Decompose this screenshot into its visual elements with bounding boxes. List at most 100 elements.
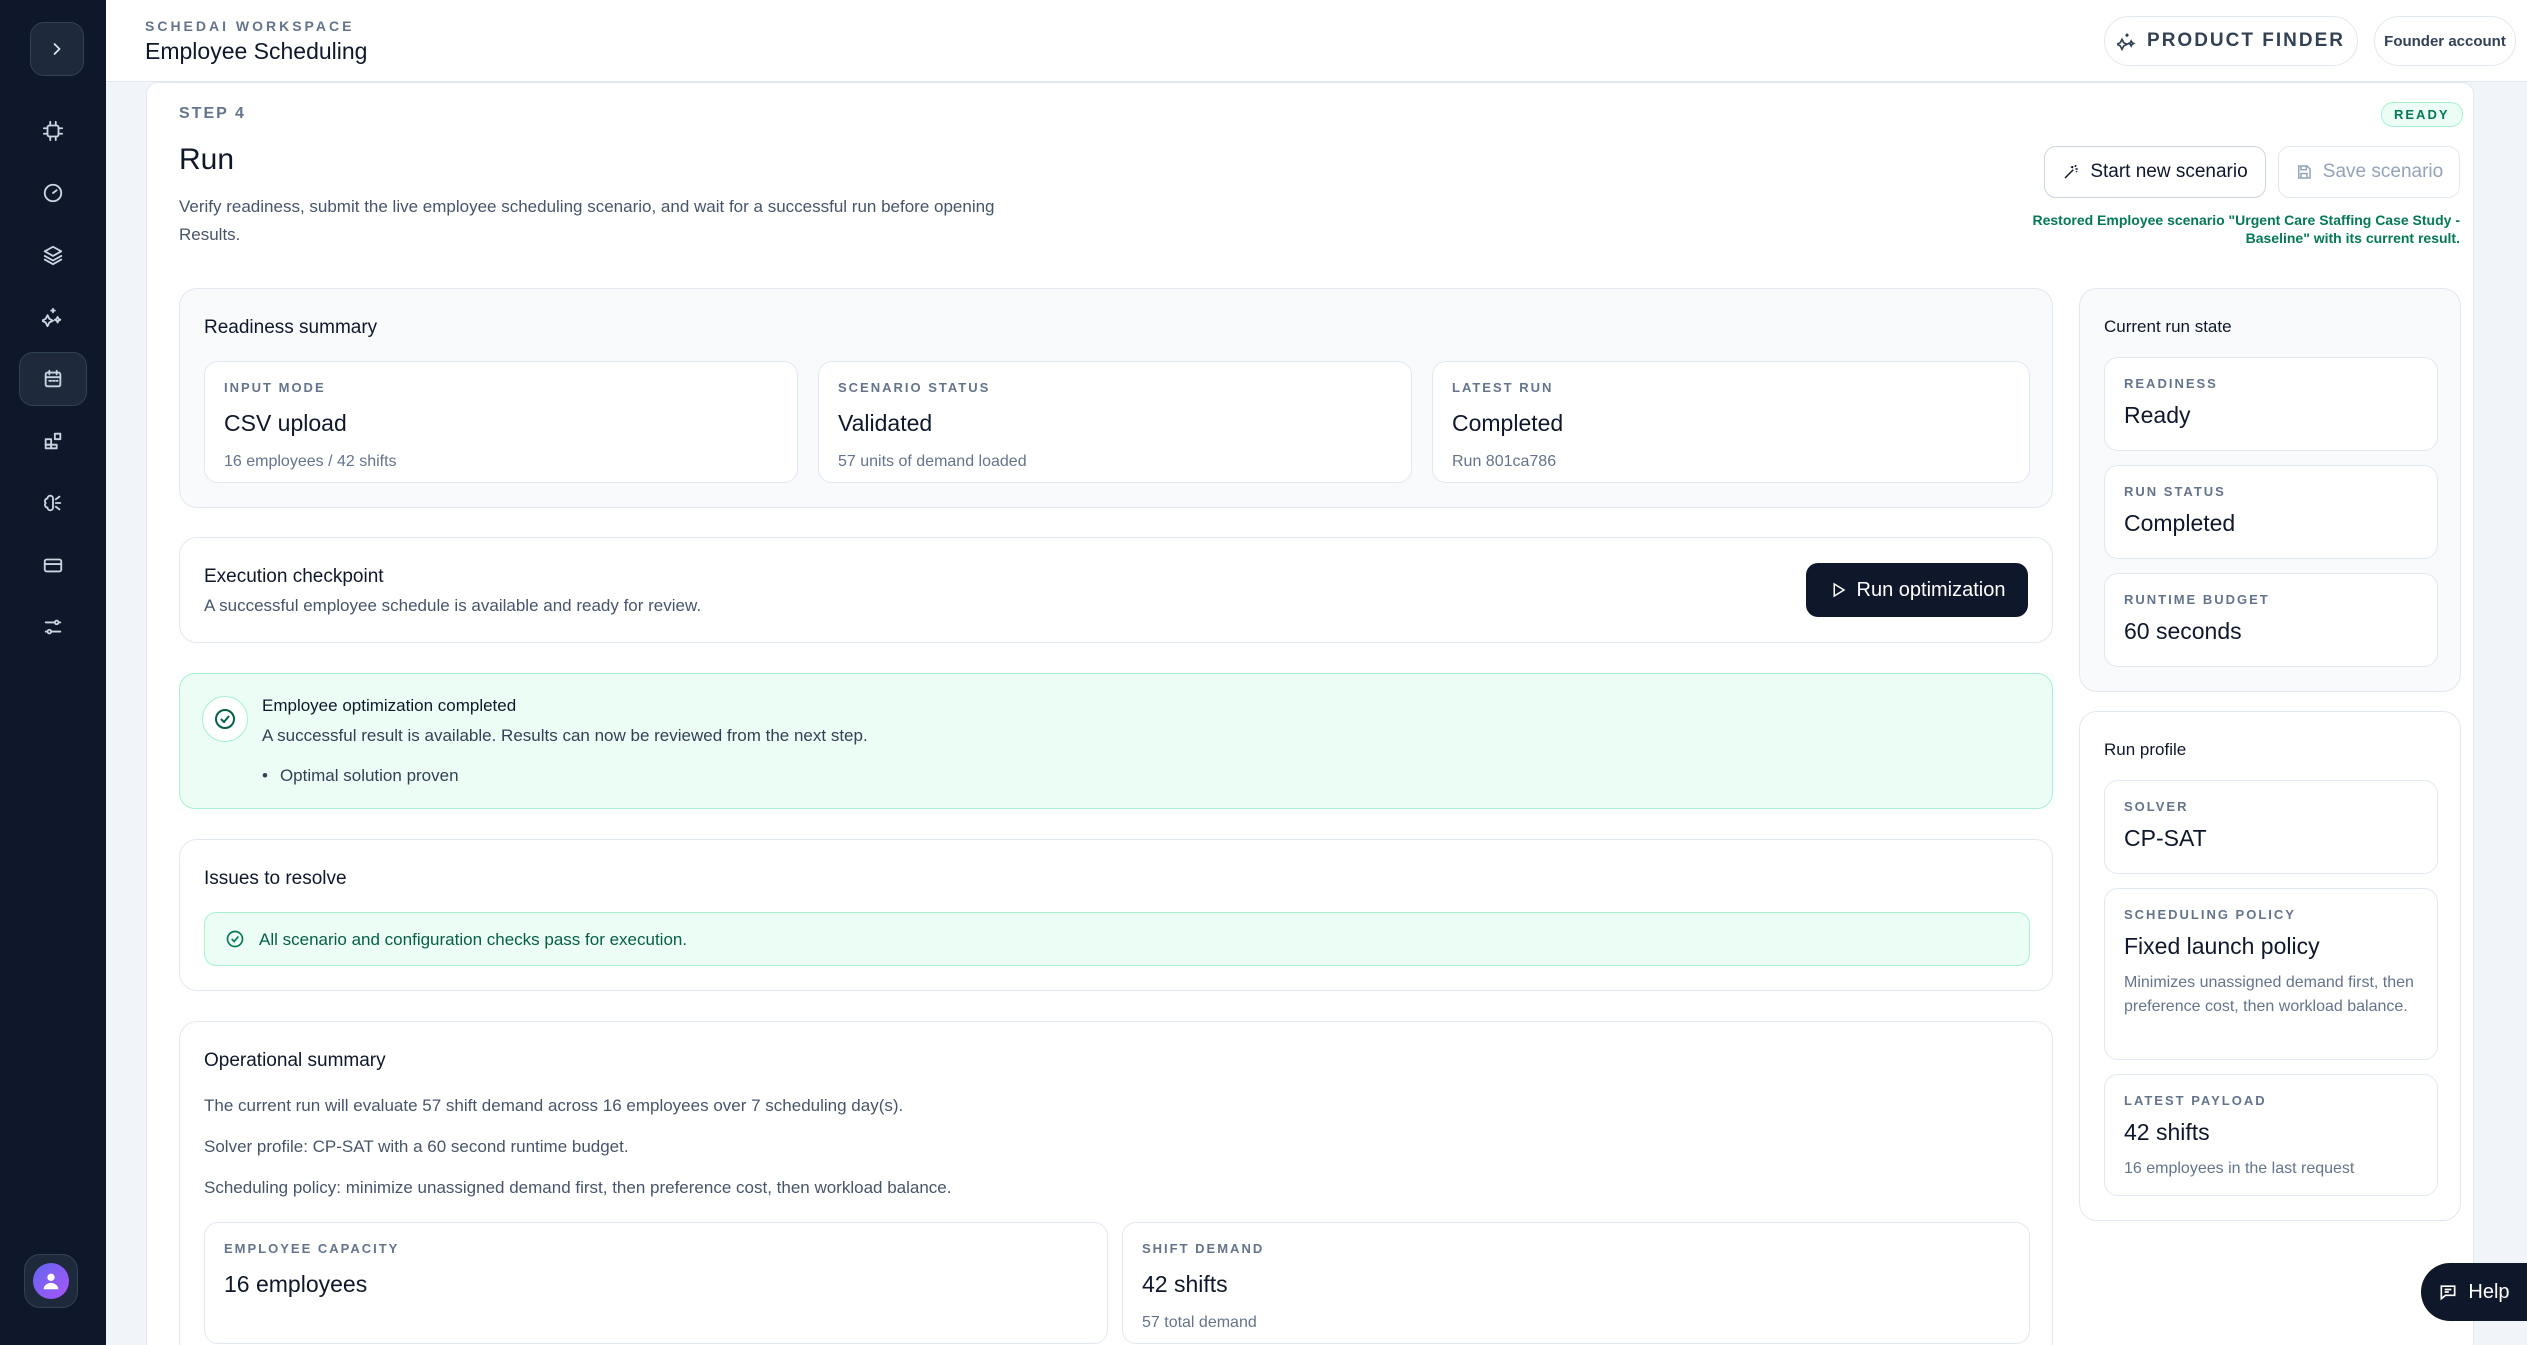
account-button[interactable]: Founder account: [2374, 16, 2516, 66]
sidebar-item-cpu[interactable]: [19, 104, 87, 158]
product-finder-label: PRODUCT FINDER: [2147, 30, 2345, 51]
sidebar-item-brain[interactable]: [19, 476, 87, 530]
stat-label: EMPLOYEE CAPACITY: [224, 1241, 400, 1256]
stat-value: Completed: [1452, 410, 1564, 436]
step-description: Verify readiness, submit the live employ…: [179, 197, 995, 244]
stat-value: Completed: [2124, 510, 2236, 536]
calendar-icon: [44, 369, 62, 388]
stat-value: 42 shifts: [2124, 1119, 2210, 1145]
check-circle-icon: [226, 930, 244, 948]
save-scenario-button[interactable]: Save scenario: [2278, 146, 2460, 198]
sparkles-icon: [42, 307, 62, 328]
sidebar-item-sparkles[interactable]: [19, 290, 87, 344]
stat-label: RUNTIME BUDGET: [2124, 592, 2270, 607]
stat-sub: 57 total demand: [1142, 1314, 1257, 1331]
readiness-summary-title: Readiness summary: [204, 317, 378, 338]
stat-label: SCHEDULING POLICY: [2124, 907, 2296, 922]
sidebar-nav: [14, 104, 92, 662]
operational-summary-panel: Operational summary The current run will…: [179, 1021, 2053, 1345]
sidebar-item-blocks[interactable]: [19, 414, 87, 468]
stat-value: Fixed launch policy: [2124, 933, 2320, 959]
wand-icon: [2064, 164, 2079, 179]
stat-label: READINESS: [2124, 376, 2218, 391]
cpu-icon: [42, 120, 64, 142]
help-label: Help: [2468, 1280, 2510, 1303]
blocks-icon: [44, 432, 62, 450]
success-message: A successful result is available. Result…: [262, 726, 868, 745]
stat-sub: 16 employees / 42 shifts: [224, 453, 397, 470]
run-profile-panel: Run profile SOLVER CP-SAT SCHEDULING POL…: [2079, 711, 2461, 1221]
readiness-card: READINESS Ready: [2104, 357, 2438, 451]
run-profile-title: Run profile: [2104, 740, 2187, 759]
stat-value: 60 seconds: [2124, 618, 2242, 644]
stat-value: CSV upload: [224, 410, 347, 436]
status-badge: READY: [2381, 102, 2463, 127]
issues-panel: Issues to resolve All scenario and confi…: [179, 839, 2053, 991]
stat-value: 16 employees: [224, 1271, 368, 1297]
start-new-scenario-button[interactable]: Start new scenario: [2044, 146, 2266, 198]
user-avatar-button[interactable]: [24, 1254, 78, 1308]
stat-value: CP-SAT: [2124, 825, 2207, 851]
sidebar-item-gauge[interactable]: [19, 166, 87, 220]
save-icon: [2297, 165, 2311, 179]
issues-ok-row: All scenario and configuration checks pa…: [204, 912, 2030, 966]
check-circle-icon: [215, 709, 235, 729]
issues-message: All scenario and configuration checks pa…: [259, 930, 688, 949]
save-label: Save scenario: [2322, 161, 2444, 182]
sparkles-icon: [2117, 33, 2136, 51]
stat-value: Ready: [2124, 402, 2191, 428]
page-title: Employee Scheduling: [145, 38, 368, 64]
stat-label: LATEST PAYLOAD: [2124, 1093, 2267, 1108]
step-label: STEP 4: [179, 105, 246, 122]
gauge-icon: [43, 183, 63, 203]
layers-icon: [43, 245, 63, 266]
card-icon: [43, 558, 63, 573]
stat-sub: Minimizes unassigned demand first, then …: [2124, 974, 2414, 1015]
sidebar-item-sliders[interactable]: [19, 600, 87, 654]
run-optimization-label: Run optimization: [1856, 578, 2006, 601]
run-status-card: RUN STATUS Completed: [2104, 465, 2438, 559]
product-finder-button[interactable]: PRODUCT FINDER: [2104, 16, 2358, 66]
top-bar: SCHEDAI WORKSPACE Employee Scheduling PR…: [106, 0, 2527, 82]
sidebar-item-card[interactable]: [19, 538, 87, 592]
step-title: Run: [179, 143, 235, 176]
stat-label: SOLVER: [2124, 799, 2189, 814]
user-icon: [43, 1273, 59, 1290]
stat-label: LATEST RUN: [1452, 380, 1554, 395]
stat-label: RUN STATUS: [2124, 484, 2226, 499]
help-button[interactable]: Help: [2421, 1263, 2527, 1321]
stat-label: SCENARIO STATUS: [838, 380, 991, 395]
employee-capacity-card: EMPLOYEE CAPACITY 16 employees: [204, 1222, 1108, 1344]
solver-card: SOLVER CP-SAT: [2104, 780, 2438, 874]
sidebar-toggle-button[interactable]: [30, 22, 84, 76]
shift-demand-card: SHIFT DEMAND 42 shifts 57 total demand: [1122, 1222, 2030, 1344]
stat-sub: 57 units of demand loaded: [838, 453, 1027, 470]
scheduling-policy-card: SCHEDULING POLICY Fixed launch policy Mi…: [2104, 888, 2438, 1060]
success-title: Employee optimization completed: [262, 696, 517, 715]
sidebar-item-calendar[interactable]: [19, 352, 87, 406]
brain-icon: [44, 494, 62, 512]
success-icon-wrap: [202, 696, 248, 742]
sliders-icon: [44, 619, 62, 635]
execution-checkpoint-panel: Execution checkpoint A successful employ…: [179, 537, 2053, 643]
stat-sub: Run 801ca786: [1452, 453, 1557, 470]
stat-label: SHIFT DEMAND: [1142, 1241, 1265, 1256]
sidebar-item-layers[interactable]: [19, 228, 87, 282]
workspace-label: SCHEDAI WORKSPACE: [145, 18, 355, 34]
start-new-label: Start new scenario: [2090, 161, 2248, 182]
restored-message: Restored Employee scenario "Urgent Care …: [2032, 212, 2460, 246]
scenario-status-card: SCENARIO STATUS Validated 57 units of de…: [818, 361, 1412, 483]
play-icon: [1833, 582, 1845, 598]
operational-summary-title: Operational summary: [204, 1050, 386, 1071]
stat-sub: 16 employees in the last request: [2124, 1160, 2355, 1177]
avatar: [33, 1263, 69, 1299]
run-step-card: STEP 4 READY Run Verify readiness, submi…: [146, 82, 2474, 1345]
success-bullet: Optimal solution proven: [262, 766, 459, 786]
operational-line: Scheduling policy: minimize unassigned d…: [204, 1178, 952, 1197]
success-banner: Employee optimization completed A succes…: [179, 673, 2053, 809]
current-run-state-title: Current run state: [2104, 317, 2232, 336]
stat-value: Validated: [838, 410, 933, 436]
execution-checkpoint-subtitle: A successful employee schedule is availa…: [204, 596, 702, 615]
run-optimization-button[interactable]: Run optimization: [1806, 563, 2028, 617]
sidebar: [0, 0, 106, 1345]
